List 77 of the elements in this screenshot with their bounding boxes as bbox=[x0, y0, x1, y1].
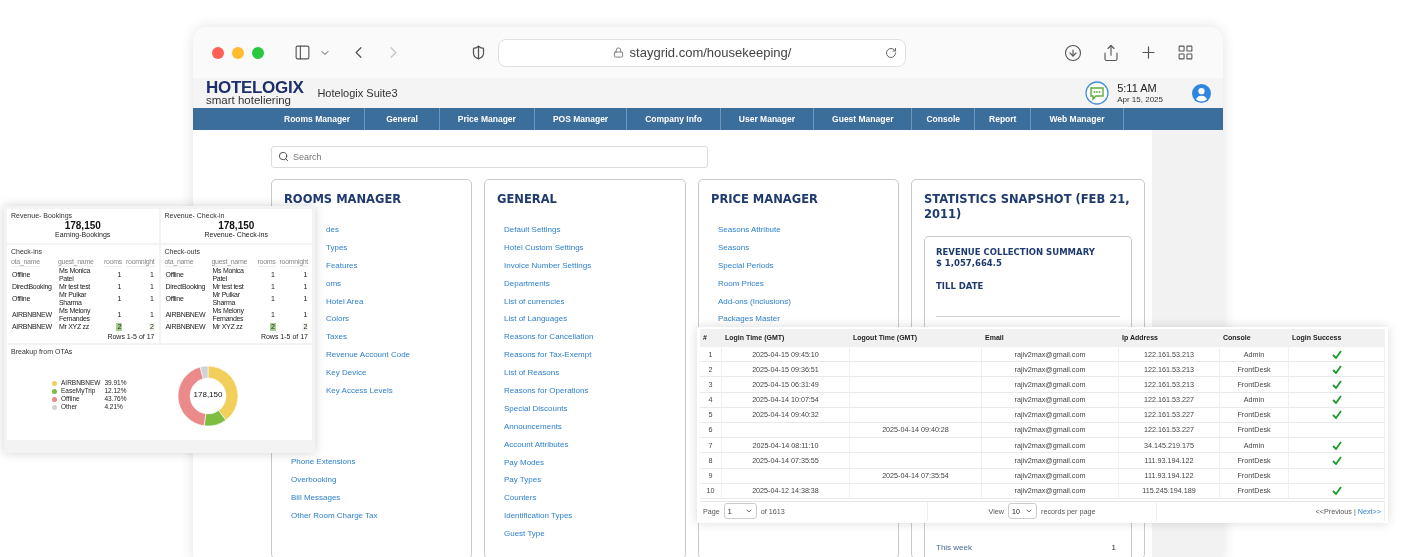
menu-link[interactable]: Reasons for Tax-Exempt bbox=[504, 346, 592, 365]
suite-name: Hotelogix Suite3 bbox=[317, 87, 398, 99]
menu-link[interactable]: Add-ons (Inclusions) bbox=[718, 292, 791, 311]
share-icon[interactable] bbox=[1102, 43, 1120, 62]
menu-link[interactable]: Default Settings bbox=[504, 221, 561, 239]
menu-link[interactable]: Seasons Attribute bbox=[718, 221, 781, 239]
till-date-label: TILL DATE bbox=[936, 281, 985, 292]
menu-link[interactable]: Seasons bbox=[718, 238, 750, 257]
search-icon bbox=[278, 151, 289, 162]
close-button[interactable] bbox=[212, 46, 224, 59]
menu-link[interactable]: List of Languages bbox=[504, 310, 568, 329]
search-field[interactable]: Search bbox=[271, 146, 708, 168]
menu-link[interactable]: Colors bbox=[326, 310, 350, 329]
menu-link[interactable]: Overbooking bbox=[291, 471, 337, 490]
menu-link[interactable]: Hotel Custom Settings bbox=[504, 238, 584, 257]
menu-link[interactable]: des bbox=[326, 221, 339, 239]
stat-label: This week bbox=[936, 543, 972, 552]
kpi-value: 178,150 bbox=[64, 220, 101, 231]
menu-link[interactable]: Special Periods bbox=[718, 256, 774, 275]
menu-link[interactable]: Bill Messages bbox=[291, 489, 341, 508]
user-avatar-icon[interactable] bbox=[1192, 83, 1211, 103]
menu-link[interactable]: Account Attributes bbox=[504, 435, 569, 454]
lock-icon bbox=[612, 47, 624, 58]
menu-link[interactable]: Invoice Number Settings bbox=[504, 256, 592, 275]
menu-link[interactable]: Pay Types bbox=[504, 471, 542, 490]
logo-tagline: smart hoteliering bbox=[206, 95, 292, 107]
kpi-value: 178,150 bbox=[218, 220, 255, 231]
new-tab-icon[interactable] bbox=[1139, 43, 1158, 62]
sidebar-icon[interactable] bbox=[294, 44, 311, 61]
menu-link[interactable]: Special Discounts bbox=[504, 399, 568, 418]
clock-date: Apr 15, 2025 bbox=[1117, 94, 1163, 104]
menu-link[interactable]: Room Prices bbox=[718, 274, 764, 293]
check-icon bbox=[1331, 379, 1342, 389]
check-icon bbox=[1331, 440, 1342, 450]
check-icon bbox=[1331, 395, 1342, 405]
summary-title: REVENUE COLLECTION SUMMARY bbox=[936, 247, 1096, 258]
menu-link[interactable]: Revenue Account Code bbox=[326, 346, 411, 365]
menu-link[interactable]: List of Reasons bbox=[504, 364, 560, 382]
menu-link[interactable]: Key Access Levels bbox=[326, 382, 393, 400]
menu-link[interactable]: Packages Master bbox=[718, 310, 780, 329]
chat-icon[interactable] bbox=[1085, 81, 1110, 105]
stat-value: 1 bbox=[1111, 543, 1116, 552]
check-icon bbox=[1331, 349, 1342, 359]
panel-title: GENERAL bbox=[497, 192, 558, 207]
menu-link[interactable]: Features bbox=[326, 256, 358, 275]
menu-link[interactable]: Identification Types bbox=[504, 507, 573, 526]
menu-link[interactable]: Phone Extensions bbox=[291, 453, 356, 472]
menu-link[interactable]: Departments bbox=[504, 274, 550, 293]
check-icon bbox=[1331, 455, 1342, 465]
shield-icon[interactable] bbox=[471, 45, 486, 60]
panel-title: PRICE MANAGER bbox=[711, 192, 819, 207]
menu-link[interactable]: Pay Modes bbox=[504, 453, 545, 472]
menu-link[interactable]: Reasons for Operations bbox=[504, 382, 589, 400]
summary-amount: $ 1,057,664.5 bbox=[936, 258, 1003, 269]
reload-icon[interactable] bbox=[885, 46, 897, 59]
menu-link[interactable]: Hotel Area bbox=[326, 292, 364, 311]
menu-link[interactable]: List of currencies bbox=[504, 292, 565, 311]
menu-link[interactable]: Types bbox=[326, 238, 348, 257]
menu-link[interactable]: Guest Type bbox=[504, 525, 545, 544]
check-icon bbox=[1331, 486, 1342, 496]
logo-title: HOTELOGIX bbox=[206, 79, 304, 97]
menu-link[interactable]: Announcements bbox=[504, 417, 562, 436]
check-icon bbox=[1331, 410, 1342, 420]
menu-link[interactable]: Reasons for Cancellation bbox=[504, 328, 594, 347]
menu-link[interactable]: Key Device bbox=[326, 364, 367, 382]
address-bar[interactable]: staygrid.com/housekeeping/ bbox=[498, 38, 906, 67]
menu-link[interactable]: Taxes bbox=[326, 328, 347, 347]
panel-title: STATISTICS SNAPSHOT (FEB 21, 2011) bbox=[924, 192, 1131, 222]
menu-link[interactable]: Other Room Charge Tax bbox=[291, 507, 378, 525]
download-icon[interactable] bbox=[1064, 43, 1082, 62]
panel-title: ROOMS MANAGER bbox=[284, 192, 403, 207]
check-icon bbox=[1331, 364, 1342, 374]
tab-overview-icon[interactable] bbox=[1177, 44, 1194, 61]
menu-link[interactable]: oms bbox=[326, 274, 342, 293]
donut-center-value: 178,150 bbox=[192, 390, 224, 399]
clock-time: 5:11 AM bbox=[1117, 82, 1158, 95]
menu-link[interactable]: Counters bbox=[504, 489, 537, 508]
